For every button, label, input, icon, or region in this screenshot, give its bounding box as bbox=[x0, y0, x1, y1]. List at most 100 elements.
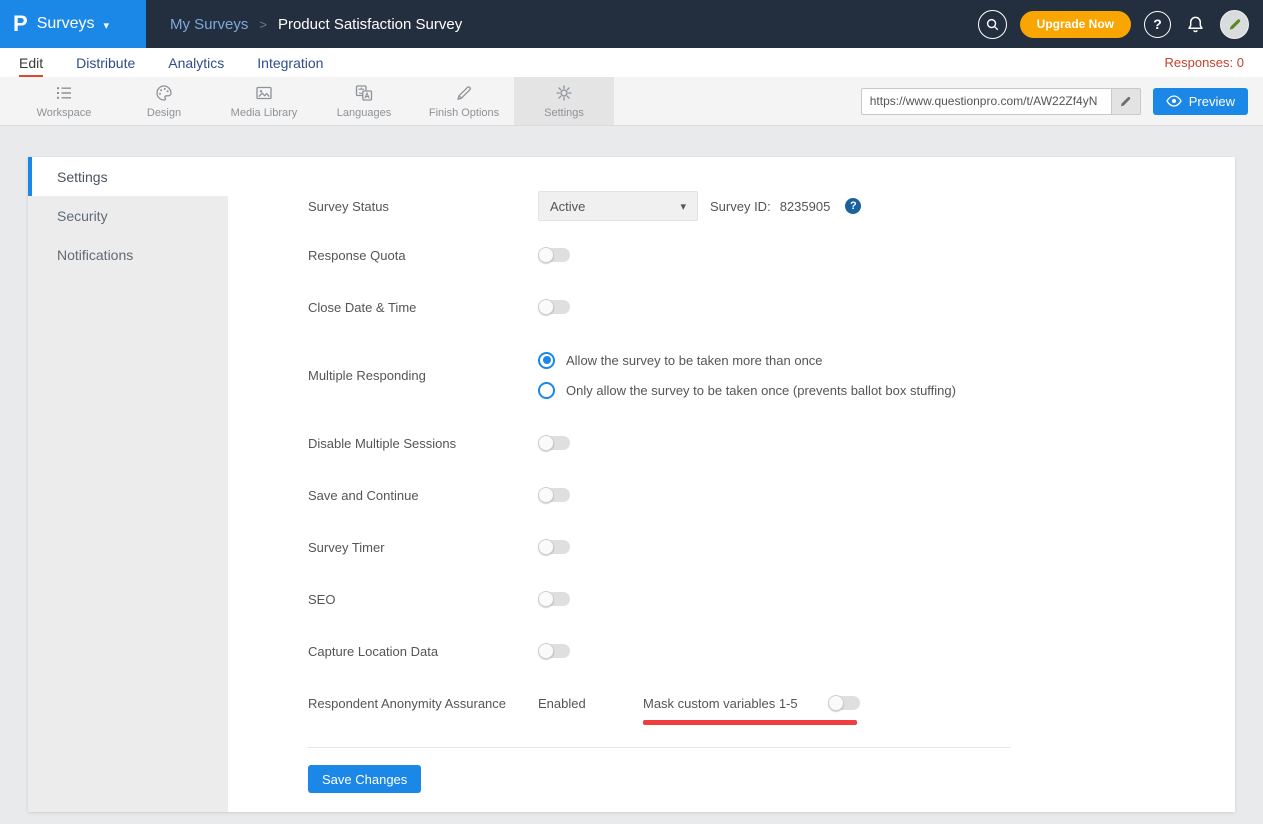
breadcrumb-my-surveys[interactable]: My Surveys bbox=[170, 16, 248, 33]
search-icon bbox=[985, 17, 1000, 32]
response-quota-toggle[interactable] bbox=[538, 248, 570, 262]
survey-timer-label: Survey Timer bbox=[308, 540, 538, 555]
survey-url-group bbox=[861, 88, 1141, 115]
edit-toolbar: Workspace Design Media Library Languages bbox=[0, 77, 1263, 126]
tab-distribute[interactable]: Distribute bbox=[76, 48, 135, 77]
notifications-button[interactable] bbox=[1184, 14, 1207, 35]
toolbar-label-media-library: Media Library bbox=[231, 107, 298, 119]
toggle-knob bbox=[828, 695, 844, 711]
preview-button[interactable]: Preview bbox=[1153, 88, 1248, 115]
sidebar-item-notifications[interactable]: Notifications bbox=[28, 235, 228, 274]
close-date-time-row: Close Date & Time bbox=[308, 281, 1235, 333]
tab-analytics[interactable]: Analytics bbox=[168, 48, 224, 77]
capture-location-data-toggle[interactable] bbox=[538, 644, 570, 658]
seo-label: SEO bbox=[308, 592, 538, 607]
questionpro-logo-icon: P bbox=[13, 13, 28, 35]
toggle-knob bbox=[538, 487, 554, 503]
close-date-time-toggle[interactable] bbox=[538, 300, 570, 314]
upgrade-now-button[interactable]: Upgrade Now bbox=[1020, 11, 1131, 38]
languages-icon bbox=[354, 83, 374, 103]
toolbar-item-finish-options[interactable]: Finish Options bbox=[414, 77, 514, 125]
survey-timer-row: Survey Timer bbox=[308, 521, 1235, 573]
form-divider bbox=[308, 747, 1010, 748]
search-button[interactable] bbox=[978, 10, 1007, 39]
sidebar-item-security[interactable]: Security bbox=[28, 196, 228, 235]
mask-custom-variables-group: Mask custom variables 1-5 bbox=[643, 696, 860, 711]
page-content: Settings Security Notifications Survey S… bbox=[0, 126, 1263, 812]
toolbar-label-design: Design bbox=[147, 107, 181, 119]
respondent-anonymity-row: Respondent Anonymity Assurance Enabled M… bbox=[308, 677, 1235, 729]
sidebar-item-settings[interactable]: Settings bbox=[28, 157, 228, 196]
settings-sidebar: Settings Security Notifications bbox=[28, 157, 228, 812]
settings-form: Survey Status Active ▾ Survey ID: 823590… bbox=[228, 157, 1235, 812]
workspace-icon bbox=[54, 83, 74, 103]
toolbar-label-finish-options: Finish Options bbox=[429, 107, 499, 119]
survey-status-value: Active bbox=[550, 199, 585, 214]
multiple-responding-options: Allow the survey to be taken more than o… bbox=[538, 352, 956, 399]
disable-multiple-sessions-label: Disable Multiple Sessions bbox=[308, 436, 538, 451]
survey-id-label: Survey ID: bbox=[710, 199, 771, 214]
breadcrumb: My Surveys > Product Satisfaction Survey bbox=[170, 16, 462, 33]
toolbar-label-languages: Languages bbox=[337, 107, 391, 119]
toolbar-item-design[interactable]: Design bbox=[114, 77, 214, 125]
survey-tabs: Edit Distribute Analytics Integration Re… bbox=[0, 48, 1263, 77]
avatar-pencil-icon bbox=[1227, 17, 1242, 32]
respondent-anonymity-label: Respondent Anonymity Assurance bbox=[308, 696, 538, 711]
survey-timer-toggle[interactable] bbox=[538, 540, 570, 554]
response-quota-row: Response Quota bbox=[308, 229, 1235, 281]
multiple-responding-label: Multiple Responding bbox=[308, 368, 538, 383]
tab-integration[interactable]: Integration bbox=[257, 48, 323, 77]
radio-selected-icon[interactable] bbox=[538, 352, 555, 369]
breadcrumb-separator: > bbox=[259, 17, 267, 32]
toolbar-item-settings[interactable]: Settings bbox=[514, 77, 614, 125]
tab-edit[interactable]: Edit bbox=[19, 48, 43, 77]
radio-option-allow-multiple[interactable]: Allow the survey to be taken more than o… bbox=[538, 352, 956, 369]
media-library-icon bbox=[254, 83, 274, 103]
responses-count[interactable]: Responses: 0 bbox=[1165, 48, 1245, 77]
radio-allow-multiple-label: Allow the survey to be taken more than o… bbox=[566, 353, 823, 368]
disable-multiple-sessions-row: Disable Multiple Sessions bbox=[308, 417, 1235, 469]
radio-option-only-once[interactable]: Only allow the survey to be taken once (… bbox=[538, 382, 956, 399]
mask-custom-variables-toggle[interactable] bbox=[828, 696, 860, 710]
toggle-knob bbox=[538, 539, 554, 555]
toolbar-item-languages[interactable]: Languages bbox=[314, 77, 414, 125]
topbar: P Surveys ▾ My Surveys > Product Satisfa… bbox=[0, 0, 1263, 48]
red-highlight-underline bbox=[643, 720, 857, 725]
save-and-continue-toggle[interactable] bbox=[538, 488, 570, 502]
toolbar-right: Preview bbox=[861, 77, 1263, 125]
save-changes-button[interactable]: Save Changes bbox=[308, 765, 421, 793]
help-button[interactable]: ? bbox=[1144, 11, 1171, 38]
question-mark-icon: ? bbox=[1153, 16, 1162, 32]
toggle-knob bbox=[538, 299, 554, 315]
survey-status-dropdown[interactable]: Active ▾ bbox=[538, 191, 698, 221]
radio-unselected-icon[interactable] bbox=[538, 382, 555, 399]
survey-url-input[interactable] bbox=[861, 88, 1111, 115]
disable-multiple-sessions-toggle[interactable] bbox=[538, 436, 570, 450]
seo-row: SEO bbox=[308, 573, 1235, 625]
save-and-continue-label: Save and Continue bbox=[308, 488, 538, 503]
toggle-knob bbox=[538, 591, 554, 607]
bell-icon bbox=[1184, 14, 1207, 35]
capture-location-data-row: Capture Location Data bbox=[308, 625, 1235, 677]
surveys-product-menu[interactable]: P Surveys ▾ bbox=[0, 0, 146, 48]
toggle-knob bbox=[538, 435, 554, 451]
chevron-down-icon: ▾ bbox=[680, 200, 686, 213]
toolbar-item-workspace[interactable]: Workspace bbox=[14, 77, 114, 125]
toolbar-label-settings: Settings bbox=[544, 107, 584, 119]
seo-toggle[interactable] bbox=[538, 592, 570, 606]
survey-id-help-icon[interactable]: ? bbox=[845, 198, 861, 214]
toolbar-item-media-library[interactable]: Media Library bbox=[214, 77, 314, 125]
edit-url-button[interactable] bbox=[1111, 88, 1141, 115]
mask-custom-variables-label: Mask custom variables 1-5 bbox=[643, 696, 798, 711]
profile-avatar[interactable] bbox=[1220, 10, 1249, 39]
finish-options-icon bbox=[454, 83, 474, 103]
multiple-responding-row: Multiple Responding Allow the survey to … bbox=[308, 333, 1235, 417]
survey-status-row: Survey Status Active ▾ Survey ID: 823590… bbox=[308, 183, 1235, 229]
survey-status-label: Survey Status bbox=[308, 199, 538, 214]
eye-icon bbox=[1166, 95, 1182, 107]
toggle-knob bbox=[538, 247, 554, 263]
radio-only-once-label: Only allow the survey to be taken once (… bbox=[566, 383, 956, 398]
toggle-knob bbox=[538, 643, 554, 659]
toolbar-label-workspace: Workspace bbox=[37, 107, 92, 119]
survey-id-value: 8235905 bbox=[780, 199, 831, 214]
